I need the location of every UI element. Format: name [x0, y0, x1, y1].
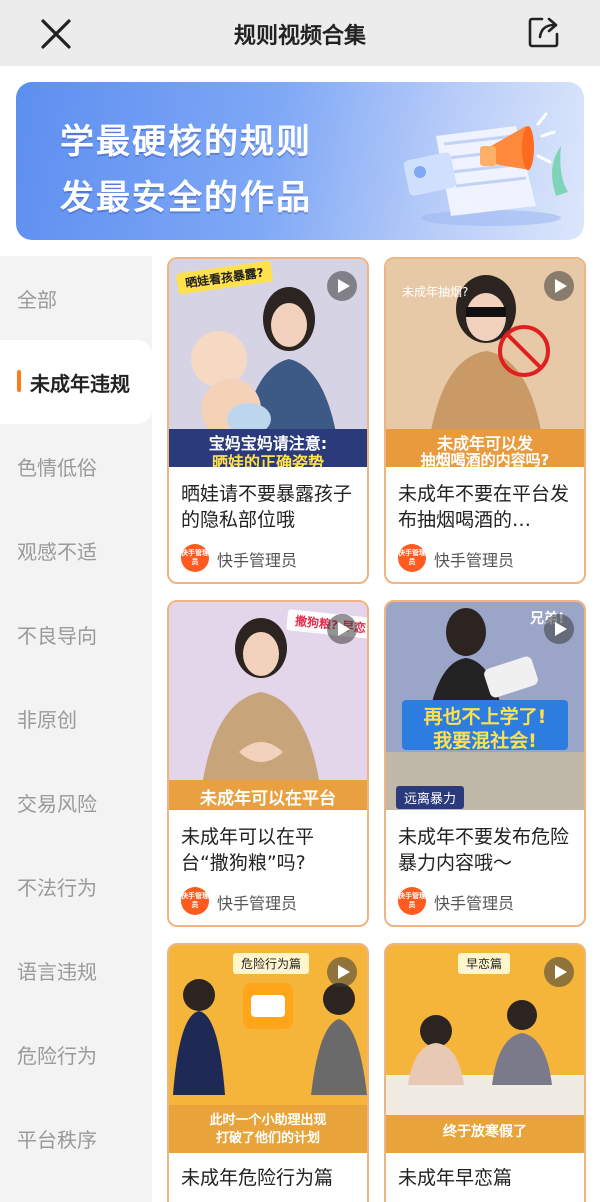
avatar: 快手管理员: [181, 887, 209, 915]
video-card[interactable]: 未成年抽烟? 未成年可以发 抽烟喝酒的内容吗? 未成年不要在平台发布抽烟喝酒的……: [384, 257, 586, 584]
author-name: 快手管理员: [434, 894, 515, 913]
play-icon: [327, 271, 357, 301]
video-card[interactable]: 危险行为篇 此时一个小助理出现 打破了他们的计划 未成年危险行为篇: [167, 943, 369, 1202]
video-thumbnail: 晒娃看孩暴露? 宝妈宝妈请注意: 晒娃的正确姿势: [169, 259, 367, 467]
sidebar-item-label: 未成年违规: [30, 372, 130, 396]
video-title: 未成年早恋篇: [398, 1167, 513, 1189]
thumbnail-caption: 此时一个小助理出现: [209, 1113, 327, 1128]
share-icon[interactable]: [526, 14, 562, 50]
sidebar-item-label: 危险行为: [17, 1044, 97, 1068]
thumbnail-caption: 晒娃的正确姿势: [211, 453, 324, 467]
video-thumbnail: 兄弟! 再也不上学了! 我要混社会! 远离暴力: [386, 602, 584, 810]
thumbnail-tag: 远离暴力: [396, 786, 465, 809]
avatar: 快手管理员: [181, 544, 209, 572]
sidebar-item-all[interactable]: 全部: [0, 256, 152, 340]
sidebar-item-non-original[interactable]: 非原创: [0, 676, 152, 760]
banner-line-2: 发最安全的作品: [60, 178, 312, 218]
video-title: 晒娃请不要暴露孩子的隐私部位哦: [181, 483, 353, 531]
avatar: 快手管理员: [398, 887, 426, 915]
sidebar-item-label: 非原创: [17, 708, 77, 732]
author-name: 快手管理员: [217, 551, 298, 570]
sidebar-item-label: 平台秩序: [17, 1128, 97, 1152]
sidebar-item-label: 观感不适: [17, 540, 97, 564]
sidebar-item-minor-violation[interactable]: 未成年违规: [0, 340, 152, 424]
video-title: 未成年危险行为篇: [181, 1167, 334, 1189]
thumbnail-caption: 终于放寒假了: [443, 1124, 527, 1140]
sidebar-item-label: 全部: [17, 288, 57, 312]
sidebar-item-label: 色情低俗: [17, 456, 97, 480]
sidebar-item-dangerous[interactable]: 危险行为: [0, 1012, 152, 1096]
play-icon: [544, 614, 574, 644]
active-indicator: [17, 370, 21, 392]
video-card[interactable]: 早恋篇 终于放寒假了 未成年早恋篇: [384, 943, 586, 1202]
sidebar-item-platform-order[interactable]: 平台秩序: [0, 1096, 152, 1180]
video-card[interactable]: 撒狗粮? 早恋? 未成年可以在平台 未成年可以在平台“撒狗粮”吗? 快手管理员 …: [167, 600, 369, 927]
author-name: 快手管理员: [217, 894, 298, 913]
play-icon: [327, 957, 357, 987]
video-thumbnail: 危险行为篇 此时一个小助理出现 打破了他们的计划: [169, 945, 367, 1153]
avatar: 快手管理员: [398, 544, 426, 572]
thumbnail-caption: 未成年可以在平台: [200, 789, 336, 809]
video-title: 未成年不要发布危险暴力内容哦～: [398, 826, 570, 874]
sidebar-item-illegal[interactable]: 不法行为: [0, 844, 152, 928]
author-name: 快手管理员: [434, 551, 515, 570]
video-title: 未成年不要在平台发布抽烟喝酒的…: [398, 483, 570, 531]
sidebar-item-trade-risk[interactable]: 交易风险: [0, 760, 152, 844]
top-bar: 规则视频合集: [0, 0, 600, 66]
play-icon: [544, 271, 574, 301]
video-thumbnail: 早恋篇 终于放寒假了: [386, 945, 584, 1153]
thumbnail-caption: 再也不上学了!: [423, 706, 547, 728]
sidebar-item-label: 交易风险: [17, 792, 97, 816]
sidebar-item-bad-guidance[interactable]: 不良导向: [0, 592, 152, 676]
sidebar-item-language[interactable]: 语言违规: [0, 928, 152, 1012]
play-icon: [327, 614, 357, 644]
video-card[interactable]: 兄弟! 再也不上学了! 我要混社会! 远离暴力 未成年不要发布危险暴力内容哦～ …: [384, 600, 586, 927]
video-title: 未成年可以在平台“撒狗粮”吗?: [181, 826, 315, 874]
banner-line-1: 学最硬核的规则: [60, 122, 312, 162]
sidebar-item-label: 不良导向: [17, 624, 97, 648]
sidebar-item-vulgar[interactable]: 色情低俗: [0, 424, 152, 508]
promo-banner[interactable]: 学最硬核的规则 发最安全的作品: [16, 82, 584, 240]
sidebar-item-discomfort[interactable]: 观感不适: [0, 508, 152, 592]
thumbnail-caption: 我要混社会!: [433, 730, 537, 752]
thumbnail-caption: 抽烟喝酒的内容吗?: [420, 451, 550, 467]
thumbnail-tag: 危险行为篇: [233, 953, 310, 974]
video-thumbnail: 未成年抽烟? 未成年可以发 抽烟喝酒的内容吗?: [386, 259, 584, 467]
sidebar-item-label: 不法行为: [17, 876, 97, 900]
thumbnail-tag: 早恋篇: [458, 953, 511, 974]
play-icon: [544, 957, 574, 987]
thumbnail-sticker: 未成年抽烟?: [402, 285, 469, 299]
page-title: 规则视频合集: [233, 24, 366, 49]
category-sidebar: 全部 未成年违规 色情低俗 观感不适 不良导向 非原创 交易风险 不法行为 语言…: [0, 256, 152, 1202]
sidebar-item-label: 语言违规: [17, 960, 97, 984]
video-card[interactable]: 晒娃看孩暴露? 宝妈宝妈请注意: 晒娃的正确姿势 晒娃请不要暴露孩子的隐私部位哦…: [167, 257, 369, 584]
megaphone-illustration: [403, 112, 568, 226]
thumbnail-caption: 打破了他们的计划: [215, 1131, 320, 1146]
video-thumbnail: 撒狗粮? 早恋? 未成年可以在平台: [169, 602, 367, 810]
